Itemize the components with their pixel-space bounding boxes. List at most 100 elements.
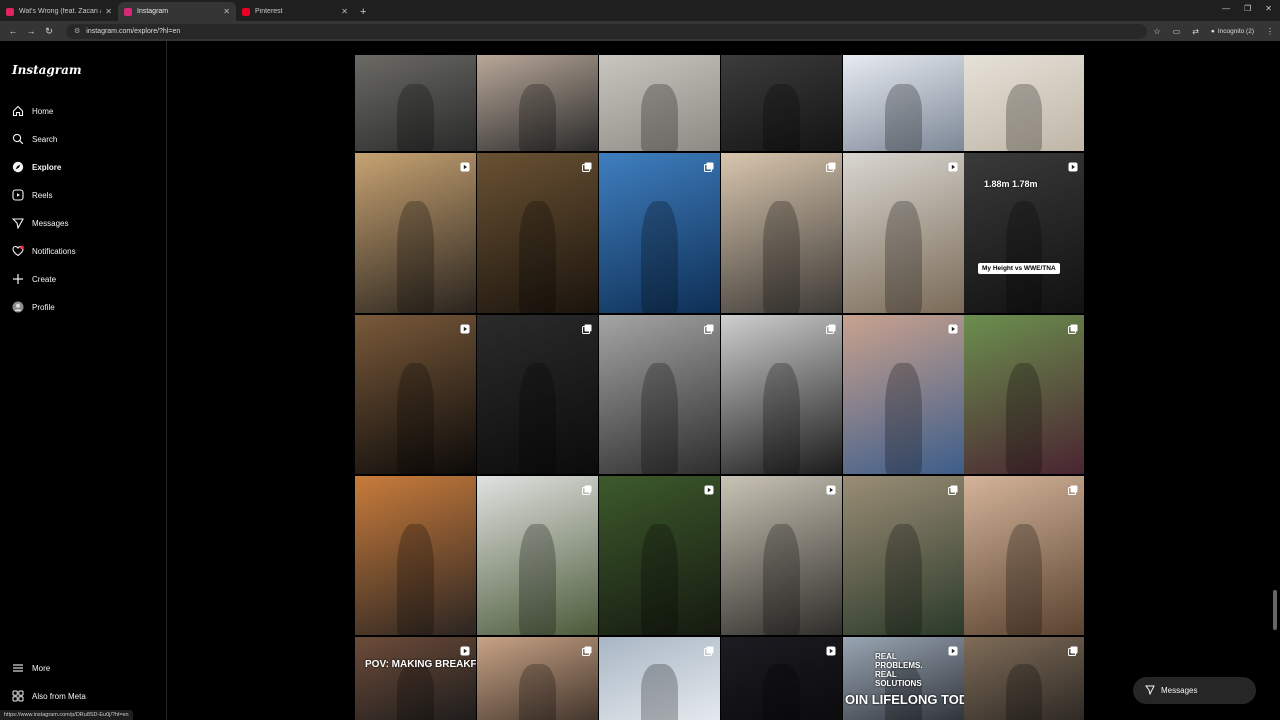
- explore-tile[interactable]: [721, 55, 842, 151]
- explore-tile[interactable]: POV: MAKING BREAKFAST: [355, 637, 476, 720]
- new-tab-button[interactable]: +: [360, 6, 366, 18]
- reload-icon[interactable]: ↻: [42, 26, 56, 37]
- carousel-icon: [582, 159, 592, 172]
- home-icon: [12, 105, 24, 117]
- cast-icon[interactable]: ▭: [1173, 27, 1181, 36]
- explore-tile[interactable]: [355, 315, 476, 474]
- post-caption-pill: My Height vs WWE/TNA: [978, 263, 1060, 274]
- explore-tile[interactable]: [477, 637, 598, 720]
- post-image-subject: [1006, 83, 1042, 151]
- explore-tile[interactable]: [843, 315, 964, 474]
- post-caption-overlay-2: OIN LIFELONG TODAY: [845, 692, 964, 707]
- explore-tile[interactable]: [477, 315, 598, 474]
- explore-tile[interactable]: [477, 476, 598, 635]
- explore-tile[interactable]: [843, 153, 964, 313]
- explore-tile[interactable]: [721, 315, 842, 474]
- post-image-subject: [519, 523, 556, 635]
- post-image-subject: [641, 362, 678, 474]
- reel-icon: [826, 482, 836, 495]
- explore-tile[interactable]: [477, 153, 598, 313]
- back-icon[interactable]: ←: [6, 26, 20, 36]
- sidebar-item-label: Messages: [32, 218, 69, 228]
- explore-tile[interactable]: [964, 315, 1084, 474]
- explore-tile[interactable]: [843, 55, 964, 151]
- pinterest-icon: [242, 7, 250, 16]
- post-image-subject: [763, 201, 800, 313]
- sidebar-item-more[interactable]: More: [0, 654, 166, 682]
- translate-icon[interactable]: ⇄: [1192, 27, 1199, 36]
- tab-title: Wat's Wrong (feat. Zacari & Ke: [19, 8, 101, 15]
- site-info-icon[interactable]: ⚙: [74, 27, 80, 35]
- explore-tile[interactable]: [599, 315, 720, 474]
- close-tab-icon[interactable]: ✕: [223, 7, 230, 16]
- carousel-icon: [582, 482, 592, 495]
- explore-tile[interactable]: [843, 476, 964, 635]
- send-icon: [1145, 685, 1155, 697]
- post-image-subject: [641, 664, 678, 720]
- sidebar-item-notifications[interactable]: Notifications: [0, 237, 166, 265]
- post-image-subject: [763, 664, 800, 720]
- sidebar-item-also-from-meta[interactable]: Also from Meta: [0, 682, 166, 710]
- browser-tab[interactable]: Wat's Wrong (feat. Zacari & Ke ✕: [0, 2, 118, 21]
- bookmark-star-icon[interactable]: ☆: [1153, 27, 1160, 36]
- carousel-icon: [582, 643, 592, 656]
- browser-tab[interactable]: Instagram ✕: [118, 2, 236, 21]
- explore-tile[interactable]: [355, 153, 476, 313]
- sidebar-item-search[interactable]: Search: [0, 125, 166, 153]
- browser-tab-bar: Wat's Wrong (feat. Zacari & Ke✕Instagram…: [0, 0, 1280, 21]
- explore-tile[interactable]: [599, 153, 720, 313]
- minimize-icon[interactable]: —: [1222, 4, 1230, 13]
- sidebar-item-home[interactable]: Home: [0, 97, 166, 125]
- sidebar-item-reels[interactable]: Reels: [0, 181, 166, 209]
- compass-icon: [12, 161, 24, 173]
- explore-tile[interactable]: [355, 55, 476, 151]
- explore-tile[interactable]: [964, 55, 1084, 151]
- explore-tile[interactable]: [355, 476, 476, 635]
- messages-floating-button[interactable]: Messages: [1133, 677, 1256, 704]
- window-controls: — ❐ ✕: [1222, 4, 1272, 13]
- close-window-icon[interactable]: ✕: [1265, 4, 1272, 13]
- sidebar-nav: Home Search Explore Reels Messages Notificati…: [0, 97, 166, 321]
- sidebar-item-profile[interactable]: Profile: [0, 293, 166, 321]
- search-icon: [12, 133, 24, 145]
- sidebar-item-explore[interactable]: Explore: [0, 153, 166, 181]
- page-scrollbar[interactable]: [1273, 590, 1277, 630]
- carousel-icon: [582, 321, 592, 334]
- meta-icon: [12, 690, 24, 702]
- sidebar-bottom-nav: More Also from Meta: [0, 654, 166, 710]
- close-tab-icon[interactable]: ✕: [341, 7, 348, 16]
- explore-tile[interactable]: [964, 476, 1084, 635]
- explore-tile[interactable]: [599, 55, 720, 151]
- post-image-subject: [397, 201, 434, 313]
- explore-tile[interactable]: 1.88m 1.78m My Height vs WWE/TNA: [964, 153, 1084, 313]
- forward-icon[interactable]: →: [24, 26, 38, 36]
- sidebar-item-create[interactable]: Create: [0, 265, 166, 293]
- explore-tile[interactable]: [477, 55, 598, 151]
- sidebar-item-label: Notifications: [32, 246, 76, 256]
- explore-tile[interactable]: [964, 637, 1084, 720]
- sidebar-item-messages[interactable]: Messages: [0, 209, 166, 237]
- browser-tab[interactable]: Pinterest ✕: [236, 2, 354, 21]
- instagram-icon: [124, 7, 132, 16]
- explore-tile[interactable]: [721, 637, 842, 720]
- explore-tile[interactable]: [599, 637, 720, 720]
- post-image-subject: [397, 362, 434, 474]
- browser-menu-icon[interactable]: ⋮: [1266, 27, 1274, 36]
- post-image-subject: [763, 83, 800, 151]
- explore-tile[interactable]: REAL PROBLEMS. REAL SOLUTIONS OIN LIFELON…: [843, 637, 964, 720]
- explore-tile[interactable]: [721, 476, 842, 635]
- post-image-subject: [885, 362, 922, 474]
- sidebar-item-label: Create: [32, 274, 57, 284]
- explore-tile[interactable]: [721, 153, 842, 313]
- explore-tile[interactable]: [599, 476, 720, 635]
- instagram-logo[interactable]: Instagram: [12, 63, 82, 77]
- post-image-subject: [641, 523, 678, 635]
- incognito-icon: ●: [1210, 27, 1215, 35]
- close-tab-icon[interactable]: ✕: [105, 7, 112, 16]
- post-caption-overlay: 1.88m 1.78m: [984, 179, 1038, 189]
- post-image-subject: [519, 664, 556, 720]
- address-bar[interactable]: ⚙ instagram.com/explore/?hl=en: [66, 23, 1148, 39]
- incognito-badge[interactable]: ● Incognito (2): [1211, 28, 1254, 35]
- post-image-subject: [885, 201, 922, 313]
- restore-icon[interactable]: ❐: [1244, 4, 1251, 13]
